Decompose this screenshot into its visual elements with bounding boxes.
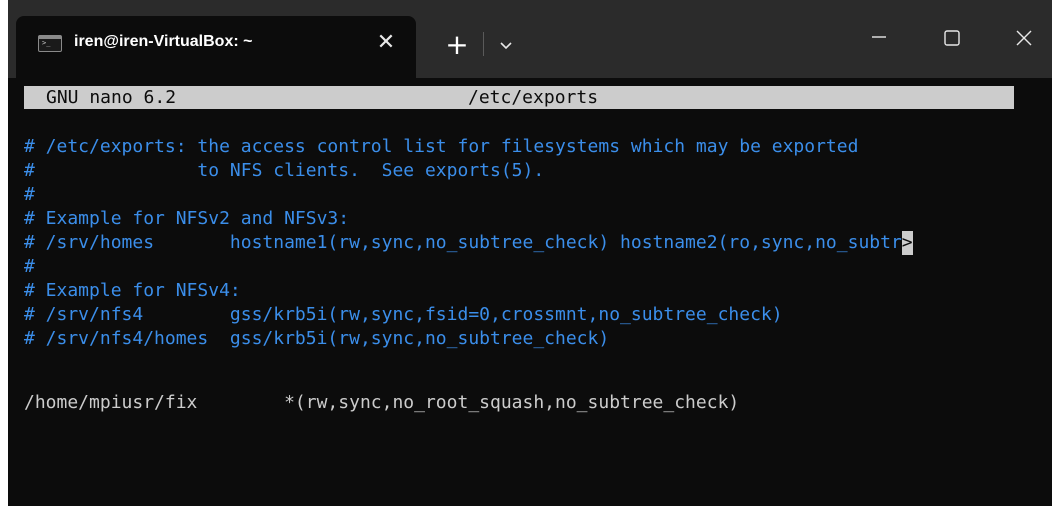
- maximize-icon: [944, 30, 960, 46]
- file-line-8: # /srv/nfs4 gss/krb5i(rw,sync,fsid=0,cro…: [24, 304, 783, 325]
- nano-header-bar: GNU nano 6.2 /etc/exports: [24, 86, 1014, 109]
- close-icon: [1016, 30, 1032, 46]
- file-line-4: # Example for NFSv2 and NFSv3:: [24, 208, 350, 229]
- nano-filename: /etc/exports: [468, 87, 599, 108]
- line-overflow-marker: >: [901, 231, 913, 255]
- new-tab-button[interactable]: +: [440, 28, 474, 62]
- file-line-9: # /srv/nfs4/homes gss/krb5i(rw,sync,no_s…: [24, 328, 610, 349]
- close-window-button[interactable]: [998, 18, 1050, 58]
- file-line-2: # to NFS clients. See exports(5).: [24, 160, 545, 181]
- chevron-down-icon[interactable]: [494, 30, 518, 60]
- file-line-5: # /srv/homes hostname1(rw,sync,no_subtre…: [24, 231, 913, 255]
- tab-title: iren@iren-VirtualBox: ~: [74, 33, 253, 50]
- terminal-window: >_ iren@iren-VirtualBox: ~ ✕ + GNU nano …: [8, 0, 1052, 506]
- minimize-icon: [872, 36, 886, 38]
- file-line-7: # Example for NFSv4:: [24, 280, 241, 301]
- maximize-button[interactable]: [926, 18, 978, 58]
- file-line-3: #: [24, 184, 35, 205]
- tab-close-icon[interactable]: ✕: [370, 27, 402, 59]
- terminal-content[interactable]: GNU nano 6.2 /etc/exports # /etc/exports…: [8, 78, 1052, 506]
- file-line-5-text: # /srv/homes hostname1(rw,sync,no_subtre…: [24, 232, 902, 253]
- file-line-6: #: [24, 256, 35, 277]
- title-bar[interactable]: >_ iren@iren-VirtualBox: ~ ✕ +: [8, 0, 1052, 78]
- minimize-button[interactable]: [853, 18, 905, 58]
- nano-version: GNU nano 6.2: [46, 87, 177, 108]
- file-line-11: /home/mpiusr/fix *(rw,sync,no_root_squas…: [24, 392, 740, 413]
- file-line-1: # /etc/exports: the access control list …: [24, 136, 859, 157]
- tab-terminal[interactable]: >_ iren@iren-VirtualBox: ~ ✕: [16, 16, 416, 78]
- terminal-icon: >_: [38, 35, 62, 52]
- tab-separator: [483, 32, 484, 56]
